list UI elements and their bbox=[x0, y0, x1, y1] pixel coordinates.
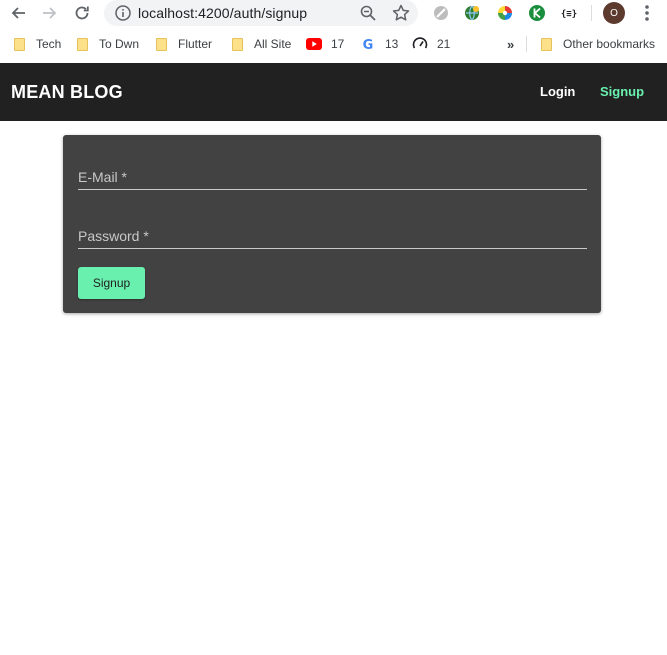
bookmark-to-dwn[interactable]: To Dwn bbox=[74, 30, 139, 58]
bookmark-label: To Dwn bbox=[99, 37, 140, 51]
youtube-icon bbox=[306, 36, 322, 52]
folder-icon bbox=[153, 36, 169, 52]
bookmark-label: All Site bbox=[254, 37, 292, 51]
bookmark-google[interactable]: G 13 bbox=[360, 30, 399, 58]
email-field[interactable]: E-Mail * bbox=[78, 167, 591, 190]
browser-menu-icon[interactable] bbox=[638, 3, 656, 23]
signup-submit-button[interactable]: Signup bbox=[78, 267, 145, 299]
reload-icon[interactable] bbox=[71, 2, 93, 24]
bookmark-label: 17 bbox=[331, 37, 345, 51]
more-bookmarks-chevron-icon[interactable]: » bbox=[507, 30, 514, 58]
svg-text:{≡}: {≡} bbox=[561, 10, 577, 20]
url-text[interactable]: localhost:4200/auth/signup bbox=[138, 5, 307, 21]
bookmark-other-bookmarks[interactable]: Other bookmarks bbox=[538, 30, 655, 58]
bookmark-label: Tech bbox=[36, 37, 62, 51]
bookmark-youtube[interactable]: 17 bbox=[306, 30, 344, 58]
bookmark-flutter[interactable]: Flutter bbox=[153, 30, 212, 58]
bookmark-speed[interactable]: 21 bbox=[412, 30, 450, 58]
svg-text:G: G bbox=[363, 38, 374, 51]
speedometer-icon bbox=[412, 36, 428, 52]
bookmark-label: 13 bbox=[385, 37, 399, 51]
brand-title[interactable]: MEAN BLOG bbox=[11, 82, 123, 103]
extension-color-wheel-icon[interactable] bbox=[496, 4, 514, 22]
folder-icon bbox=[538, 36, 554, 52]
bookmarks-separator bbox=[526, 36, 527, 52]
bookmark-label: 21 bbox=[437, 37, 451, 51]
password-input[interactable] bbox=[78, 226, 591, 248]
bookmark-star-icon[interactable] bbox=[391, 3, 411, 23]
forward-arrow-icon[interactable] bbox=[39, 2, 61, 24]
address-bar[interactable]: localhost:4200/auth/signup bbox=[104, 0, 418, 26]
google-icon: G bbox=[360, 36, 376, 52]
email-input[interactable] bbox=[78, 167, 591, 189]
extension-blocked-icon[interactable] bbox=[432, 4, 450, 22]
back-arrow-icon[interactable] bbox=[7, 2, 29, 24]
folder-icon bbox=[74, 36, 90, 52]
folder-icon bbox=[229, 36, 245, 52]
bookmarks-bar: Tech To Dwn Flutter All Site 17 G 13 21 … bbox=[0, 30, 667, 58]
signup-form-card: E-Mail * Password * Signup bbox=[63, 135, 601, 313]
bookmark-label: Other bookmarks bbox=[563, 37, 656, 51]
bookmark-all-site[interactable]: All Site bbox=[229, 30, 291, 58]
toolbar-separator bbox=[591, 5, 592, 21]
extension-globe-icon[interactable] bbox=[463, 4, 481, 22]
bookmark-tech[interactable]: Tech bbox=[11, 30, 61, 58]
app-navbar: MEAN BLOG Login Signup bbox=[0, 63, 667, 121]
extension-json-icon[interactable]: {≡} bbox=[560, 4, 578, 22]
browser-toolbar: localhost:4200/auth/signup {≡} O bbox=[0, 0, 667, 26]
bookmark-label: Flutter bbox=[178, 37, 213, 51]
site-info-icon[interactable] bbox=[114, 4, 132, 22]
password-field[interactable]: Password * bbox=[78, 226, 591, 249]
nav-signup-link[interactable]: Signup bbox=[600, 84, 644, 99]
folder-icon bbox=[11, 36, 27, 52]
extension-k-icon[interactable] bbox=[528, 4, 546, 22]
nav-login-link[interactable]: Login bbox=[540, 84, 575, 99]
zoom-out-icon[interactable] bbox=[359, 4, 377, 22]
profile-avatar[interactable]: O bbox=[603, 2, 625, 24]
